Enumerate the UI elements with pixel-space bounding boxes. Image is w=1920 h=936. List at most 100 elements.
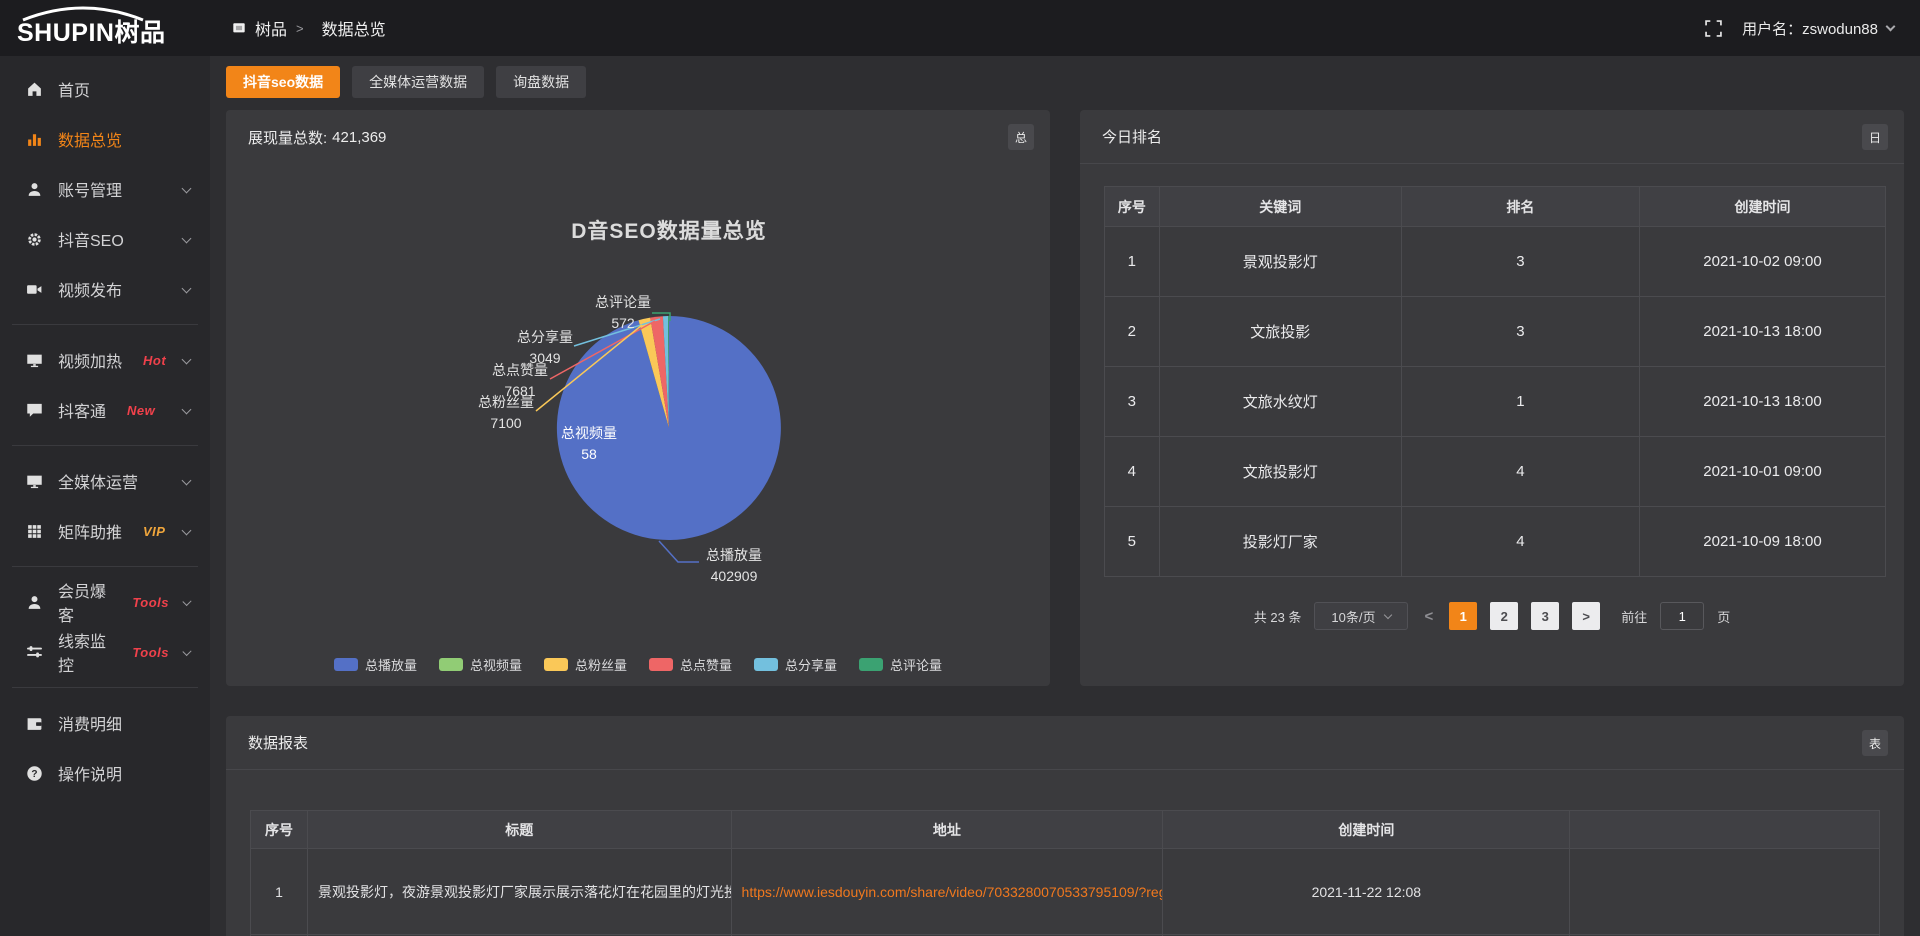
table-header-row: 序号 关键词 排名 创建时间 <box>1105 187 1886 227</box>
legend-item-fans[interactable]: 总粉丝量 <box>544 655 627 674</box>
svg-text:?: ? <box>31 768 37 779</box>
sidebar-item-label: 操作说明 <box>58 761 122 785</box>
table-row: 2 文旅投影 3 2021-10-13 18:00 <box>1105 297 1886 367</box>
sidebar-item-media-operation[interactable]: 全媒体运营 <box>0 456 210 506</box>
tab-media-operation-data[interactable]: 全媒体运营数据 <box>352 66 484 98</box>
sidebar-item-label: 消费明细 <box>58 711 122 735</box>
breadcrumb-separator: > <box>296 21 304 36</box>
brand-logo: SHUPIN树品 <box>0 5 210 51</box>
sidebar-item-douyin-seo[interactable]: 抖音SEO <box>0 214 210 264</box>
legend-label: 总粉丝量 <box>575 655 627 674</box>
table-view-button[interactable]: 表 <box>1862 730 1888 756</box>
pagination: 共 23 条 10条/页 < 1 2 3 > 前往 1 页 <box>1080 602 1904 630</box>
legend-item-video[interactable]: 总视频量 <box>439 655 522 674</box>
topbar: SHUPIN树品 树品 > 数据总览 用户名：zswodun88 <box>0 0 1920 56</box>
cell-rank: 3 <box>1401 297 1639 367</box>
legend-swatch <box>754 658 778 671</box>
page-button-1[interactable]: 1 <box>1449 602 1477 630</box>
gear-icon <box>26 231 43 248</box>
sidebar-item-leads-monitor[interactable]: 线索监控 Tools <box>0 627 210 677</box>
next-page-button[interactable]: > <box>1572 602 1600 630</box>
legend-item-play[interactable]: 总播放量 <box>334 655 417 674</box>
col-created: 创建时间 <box>1163 811 1570 849</box>
overview-panel-header: 展现量总数: 421,369 <box>226 110 1050 164</box>
total-view-button[interactable]: 总 <box>1008 124 1034 150</box>
breadcrumb-item-current[interactable]: 数据总览 <box>322 16 386 40</box>
page-button-2[interactable]: 2 <box>1490 602 1518 630</box>
col-title: 标题 <box>308 811 732 849</box>
cell-rank: 4 <box>1401 507 1639 577</box>
pie-label-fans-value: 7100 <box>490 415 521 431</box>
cell-created: 2021-10-13 18:00 <box>1639 367 1885 437</box>
data-tabs: 抖音seo数据 全媒体运营数据 询盘数据 <box>226 66 1904 98</box>
user-menu[interactable]: 用户名：zswodun88 <box>1742 18 1894 39</box>
tab-douyin-seo-data[interactable]: 抖音seo数据 <box>226 66 340 98</box>
prev-page-button[interactable]: < <box>1421 608 1436 625</box>
sidebar-item-help[interactable]: ? 操作说明 <box>0 748 210 798</box>
fullscreen-icon[interactable] <box>1705 20 1722 37</box>
chevron-down-icon <box>182 354 192 364</box>
pie-chart: D音SEO数据量总览 总评论量 572 总分享量 3049 总 <box>226 110 1050 646</box>
legend-item-comment[interactable]: 总评论量 <box>859 655 942 674</box>
sidebar-item-member-burst[interactable]: 会员爆客 Tools <box>0 577 210 627</box>
cell-keyword: 文旅投影 <box>1159 297 1401 367</box>
pie-label-play-name: 总播放量 <box>706 547 762 563</box>
legend-swatch <box>334 658 358 671</box>
video-link[interactable]: https://www.iesdouyin.com/share/video/70… <box>731 849 1163 935</box>
legend-label: 总评论量 <box>890 655 942 674</box>
col-created: 创建时间 <box>1639 187 1885 227</box>
table-row: 3 文旅水纹灯 1 2021-10-13 18:00 <box>1105 367 1886 437</box>
page-suffix-label: 页 <box>1717 607 1730 626</box>
sidebar-item-data-overview[interactable]: 数据总览 <box>0 114 210 164</box>
pie-chart-title: D音SEO数据量总览 <box>571 219 767 243</box>
sidebar-item-video-publish[interactable]: 视频发布 <box>0 264 210 314</box>
total-impressions-value: 421,369 <box>332 129 386 146</box>
pie-label-comment-value: 572 <box>611 315 635 331</box>
sidebar-divider <box>12 324 198 325</box>
chart-legend: 总播放量 总视频量 总粉丝量 总点赞量 总分享量 <box>226 655 1050 674</box>
tab-inquiry-data[interactable]: 询盘数据 <box>496 66 586 98</box>
breadcrumb-item-root[interactable]: 树品 <box>255 16 287 40</box>
report-panel-header: 数据报表 <box>226 716 1904 770</box>
cell-index: 1 <box>1105 227 1160 297</box>
brand-logo-text: SHUPIN树品 <box>17 19 165 47</box>
pagination-total: 共 23 条 <box>1254 607 1302 626</box>
sidebar-item-expense-detail[interactable]: 消费明细 <box>0 698 210 748</box>
sidebar-item-account[interactable]: 账号管理 <box>0 164 210 214</box>
legend-item-like[interactable]: 总点赞量 <box>649 655 732 674</box>
cell-created: 2021-10-09 18:00 <box>1639 507 1885 577</box>
page-button-3[interactable]: 3 <box>1531 602 1559 630</box>
chevron-down-icon <box>1384 610 1392 618</box>
legend-swatch <box>544 658 568 671</box>
goto-page-input[interactable]: 1 <box>1660 602 1704 630</box>
main-content: 抖音seo数据 全媒体运营数据 询盘数据 展现量总数: 421,369 总 D音… <box>210 56 1920 936</box>
video-icon <box>26 281 43 298</box>
sidebar-divider <box>12 566 198 567</box>
legend-item-share[interactable]: 总分享量 <box>754 655 837 674</box>
sidebar-item-matrix-boost[interactable]: 矩阵助推 VIP <box>0 506 210 556</box>
member-icon <box>26 594 43 611</box>
sidebar-divider <box>12 687 198 688</box>
table-row: 1 景观投影灯 3 2021-10-02 09:00 <box>1105 227 1886 297</box>
daily-view-button[interactable]: 日 <box>1862 124 1888 150</box>
cell-extra <box>1570 849 1880 935</box>
wallet-icon <box>26 715 43 732</box>
cell-index: 3 <box>1105 367 1160 437</box>
sidebar-item-video-heat[interactable]: 视频加热 Hot <box>0 335 210 385</box>
page-size-select[interactable]: 10条/页 <box>1314 602 1408 630</box>
cell-keyword: 投影灯厂家 <box>1159 507 1401 577</box>
cell-rank: 1 <box>1401 367 1639 437</box>
chevron-down-icon <box>182 183 192 193</box>
label-line-play <box>659 541 699 562</box>
col-keyword: 关键词 <box>1159 187 1401 227</box>
sidebar-item-home[interactable]: 首页 <box>0 64 210 114</box>
grid-icon <box>26 523 43 540</box>
help-icon: ? <box>26 765 43 782</box>
pie-label-like-name: 总点赞量 <box>492 362 548 378</box>
sidebar-item-douketong[interactable]: 抖客通 New <box>0 385 210 435</box>
topbar-right: 用户名：zswodun88 <box>1705 18 1894 39</box>
cell-keyword: 文旅水纹灯 <box>1159 367 1401 437</box>
ranking-panel-title: 今日排名 <box>1102 126 1162 147</box>
chevron-down-icon <box>182 233 192 243</box>
cell-created: 2021-10-02 09:00 <box>1639 227 1885 297</box>
